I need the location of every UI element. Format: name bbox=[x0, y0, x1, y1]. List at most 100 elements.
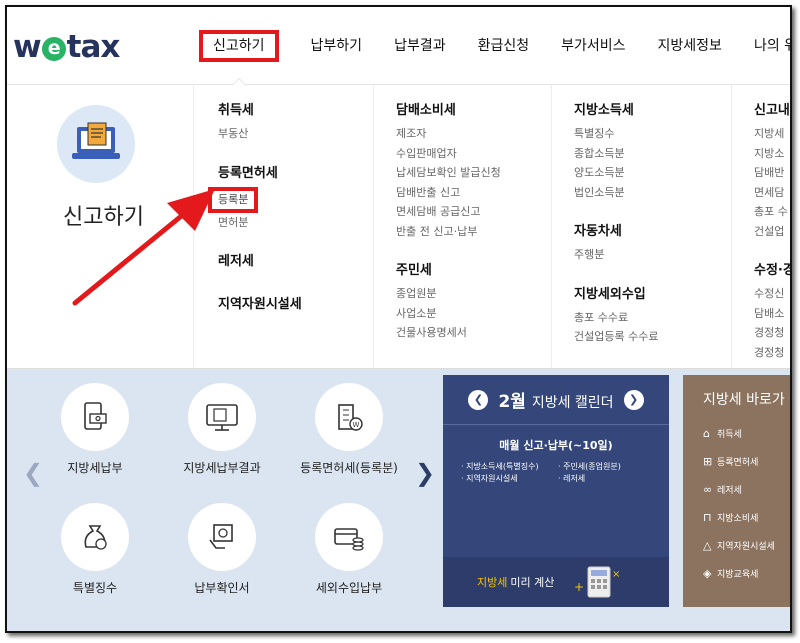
menu-item-col4-7[interactable]: 수정신 bbox=[754, 284, 790, 304]
cart-icon: ⊓ bbox=[703, 511, 712, 524]
menu-category-local-income-tax[interactable]: 지방소득세 bbox=[574, 99, 731, 118]
service-payment-result[interactable]: 지방세납부결과 bbox=[162, 383, 282, 476]
header: w e tax 신고하기 납부하기 납부결과 환급신청 부가서비스 지방세정보 나의… bbox=[7, 7, 790, 86]
menu-item-pre-release-report[interactable]: 반출 전 신고·납부 bbox=[396, 222, 551, 242]
shortcut-education-tax[interactable]: ◈ 지방교육세 bbox=[703, 567, 790, 580]
menu-item-col4-9[interactable]: 경정청 bbox=[754, 323, 790, 343]
nav-local-tax-info[interactable]: 지방세정보 bbox=[642, 7, 738, 85]
menu-column-4: 신고내 지방세 지방소 담배반 면세담 총포 수 건설업 수정·경 수정신 담배… bbox=[731, 85, 790, 368]
menu-item-col4-3[interactable]: 담배반 bbox=[754, 163, 790, 183]
menu-item-collateral-confirmation[interactable]: 납세담보확인 발급신청 bbox=[396, 163, 551, 183]
service-payment-certificate[interactable]: 납부확인서 bbox=[162, 503, 282, 596]
service-label: 납부확인서 bbox=[194, 581, 250, 595]
menu-category-amendment[interactable]: 수정·경 bbox=[754, 259, 790, 278]
monitor-documents-icon bbox=[188, 383, 256, 451]
nav-extra-services[interactable]: 부가서비스 bbox=[545, 7, 641, 85]
menu-item-col4-2[interactable]: 지방소 bbox=[754, 144, 790, 164]
nav-refund[interactable]: 환급신청 bbox=[462, 7, 546, 85]
svg-text:×: × bbox=[612, 569, 620, 580]
calendar-item: · 주민세(종업원분) bbox=[558, 462, 621, 471]
tax-calendar: ❮ 2월 지방세 캘린더 ❯ 매월 신고·납부(~10일) · 지방소득세(특별… bbox=[443, 375, 669, 607]
menu-category-report-history[interactable]: 신고내 bbox=[754, 99, 790, 118]
menu-item-mileage[interactable]: 주행분 bbox=[574, 245, 731, 265]
menu-item-capital-gains[interactable]: 양도소득분 bbox=[574, 163, 731, 183]
shortcut-acquisition-tax[interactable]: ⌂ 취득세 bbox=[703, 427, 790, 440]
wetax-logo[interactable]: w e tax bbox=[13, 29, 120, 65]
menu-column-2: 담배소비세 제조자 수입판매업자 납세담보확인 발급신청 담배반출 신고 면세담… bbox=[373, 85, 551, 368]
menu-item-col4-5[interactable]: 총포 수 bbox=[754, 202, 790, 222]
menu-item-col4-1[interactable]: 지방세 bbox=[754, 124, 790, 144]
window-frame: w e tax 신고하기 납부하기 납부결과 환급신청 부가서비스 지방세정보 나의… bbox=[5, 5, 792, 633]
menu-item-employee[interactable]: 종업원분 bbox=[396, 284, 551, 304]
calendar-header: ❮ 2월 지방세 캘린더 ❯ bbox=[443, 375, 669, 425]
graduation-cap-icon: ◈ bbox=[703, 567, 712, 580]
menu-item-business-office[interactable]: 사업소분 bbox=[396, 304, 551, 324]
menu-item-license[interactable]: 면허분 bbox=[218, 213, 373, 233]
menu-item-comprehensive-income[interactable]: 종합소득분 bbox=[574, 144, 731, 164]
menu-item-col4-8[interactable]: 담배소 bbox=[754, 304, 790, 324]
calendar-subtitle: 매월 신고·납부(~10일) bbox=[499, 439, 613, 452]
calendar-month: 2월 bbox=[498, 392, 526, 412]
menu-item-col4-10[interactable]: 경정청 bbox=[754, 343, 790, 363]
service-non-tax-payment[interactable]: 세외수입납부 bbox=[289, 503, 409, 596]
menu-item-col4-6[interactable]: 건설업 bbox=[754, 222, 790, 242]
service-label: 등록면허세(등록분) bbox=[300, 461, 398, 475]
menu-category-tobacco-tax[interactable]: 담배소비세 bbox=[396, 99, 551, 118]
bicycle-icon: ∞ bbox=[703, 483, 713, 496]
calendar-next-button[interactable]: ❯ bbox=[623, 389, 644, 410]
menu-category-vehicle-tax[interactable]: 자동차세 bbox=[574, 220, 731, 239]
calculator-icon: + × bbox=[574, 566, 621, 598]
menu-item-tobacco-release[interactable]: 담배반출 신고 bbox=[396, 183, 551, 203]
shortcut-local-consumption-tax[interactable]: ⊓ 지방소비세 bbox=[703, 511, 790, 524]
menu-item-manufacturer[interactable]: 제조자 bbox=[396, 124, 551, 144]
calendar-prev-button[interactable]: ❮ bbox=[468, 389, 489, 410]
shortcut-regional-resource-tax[interactable]: △ 지역자원시설세 bbox=[703, 539, 790, 552]
tax-shortcut-panel: 지방세 바로가 ⌂ 취득세 ⊞ 등록면허세 ∞ 레저세 ⊓ 지방소비세 △ 지역자원시설세… bbox=[683, 375, 790, 607]
service-special-withholding[interactable]: 특별징수 bbox=[35, 503, 155, 596]
plus-box-icon: ⊞ bbox=[703, 455, 713, 468]
recycle-icon: △ bbox=[703, 539, 712, 552]
menu-column-3: 지방소득세 특별징수 종합소득분 양도소득분 법인소득분 자동차세 주행분 지방… bbox=[551, 85, 731, 368]
menu-item-tax-exempt-supply[interactable]: 면세담배 공급신고 bbox=[396, 202, 551, 222]
menu-item-building-usage[interactable]: 건물사용명세서 bbox=[396, 323, 551, 343]
calendar-item: · 레저세 bbox=[558, 474, 586, 483]
menu-category-acquisition-tax[interactable]: 취득세 bbox=[218, 99, 373, 118]
menu-item-corporate-income[interactable]: 법인소득분 bbox=[574, 183, 731, 203]
nav-report[interactable]: 신고하기 bbox=[183, 7, 295, 86]
money-bag-icon bbox=[61, 503, 129, 571]
main-nav: 신고하기 납부하기 납부결과 환급신청 부가서비스 지방세정보 나의 위택스 bbox=[183, 7, 790, 86]
svg-text:+: + bbox=[574, 580, 584, 594]
service-local-tax-payment[interactable]: 지방세납부 bbox=[35, 383, 155, 476]
svg-text:W: W bbox=[353, 421, 360, 429]
menu-category-registration-license-tax[interactable]: 등록면허세 bbox=[218, 162, 373, 181]
menu-category-regional-resource-tax[interactable]: 지역자원시설세 bbox=[218, 293, 373, 312]
calendar-item: · 지역자원시설세 bbox=[461, 474, 518, 483]
menu-item-importer[interactable]: 수입판매업자 bbox=[396, 144, 551, 164]
service-label: 세외수입납부 bbox=[315, 581, 383, 595]
certificate-hand-icon bbox=[188, 503, 256, 571]
shortcut-registration-tax[interactable]: ⊞ 등록면허세 bbox=[703, 455, 790, 468]
menu-item-construction-fee[interactable]: 건설업등록 수수료 bbox=[574, 327, 731, 347]
house-icon: ⌂ bbox=[703, 427, 710, 440]
menu-item-firearm-fee[interactable]: 총포 수수료 bbox=[574, 308, 731, 328]
menu-item-col4-4[interactable]: 면세담 bbox=[754, 183, 790, 203]
red-arrow-annotation bbox=[72, 189, 215, 306]
shortcut-leisure-tax[interactable]: ∞ 레저세 bbox=[703, 483, 790, 496]
card-coins-icon bbox=[315, 503, 383, 571]
mega-menu: 신고하기 취득세 부동산 등록면허세 등록분 면허분 레저세 지역자원시설세 담… bbox=[7, 85, 790, 369]
nav-pay[interactable]: 납부하기 bbox=[295, 7, 379, 85]
tax-estimate-banner[interactable]: 지방세 미리 계산 + × bbox=[443, 557, 669, 607]
menu-item-real-estate[interactable]: 부동산 bbox=[218, 124, 373, 144]
menu-category-leisure-tax[interactable]: 레저세 bbox=[218, 250, 373, 269]
nav-pay-result[interactable]: 납부결과 bbox=[378, 7, 462, 85]
menu-category-non-tax-revenue[interactable]: 지방세외수입 bbox=[574, 283, 731, 302]
service-registration-license-tax[interactable]: W 등록면허세(등록분) bbox=[289, 383, 409, 476]
service-label: 지방세납부결과 bbox=[183, 461, 261, 475]
service-label: 지방세납부 bbox=[67, 461, 123, 475]
chevron-right-icon[interactable]: ❯ bbox=[415, 459, 435, 487]
nav-my-wetax[interactable]: 나의 위택스 bbox=[738, 7, 790, 85]
menu-item-withholding[interactable]: 특별징수 bbox=[574, 124, 731, 144]
menu-category-resident-tax[interactable]: 주민세 bbox=[396, 259, 551, 278]
mobile-payment-icon bbox=[61, 383, 129, 451]
calendar-items: · 지방소득세(특별징수) · 주민세(종업원분) · 지역자원시설세 · 레저… bbox=[461, 461, 651, 485]
